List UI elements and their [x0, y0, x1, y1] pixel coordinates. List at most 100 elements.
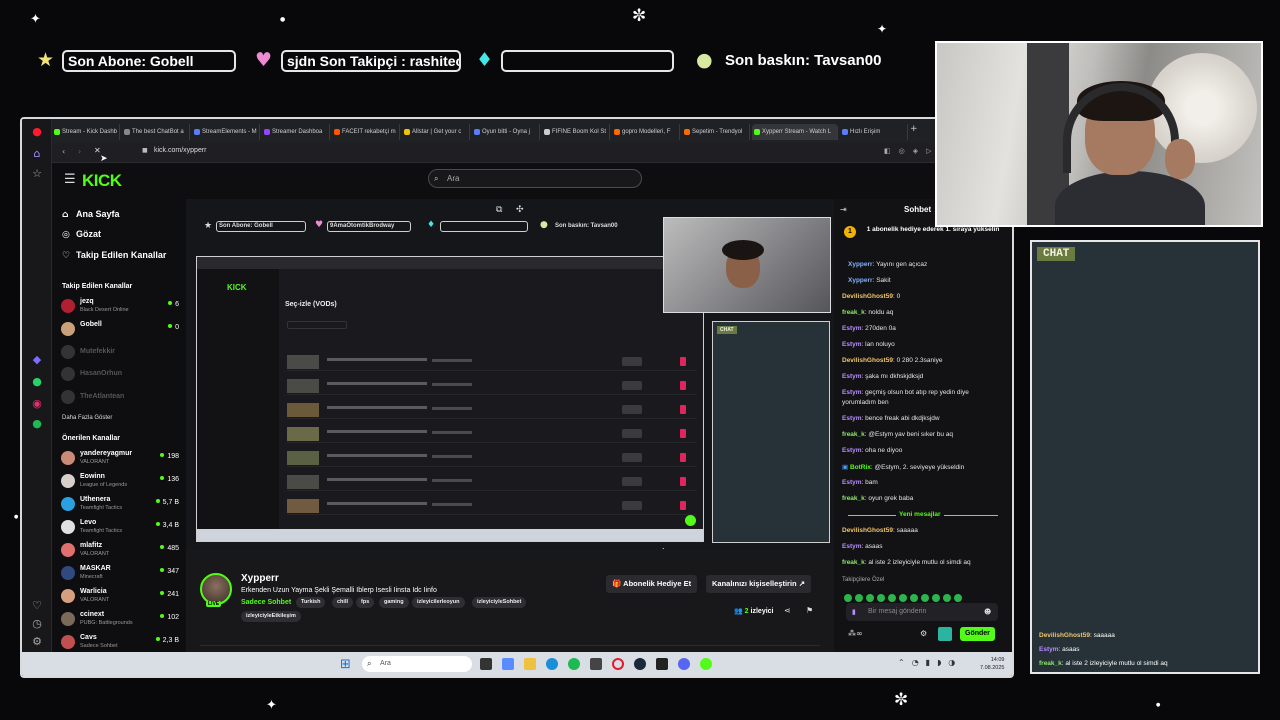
recommended-channel[interactable]: Warlicia VALORANT 241	[61, 587, 179, 607]
share-icon[interactable]: ⋖	[784, 606, 791, 615]
chat-user[interactable]: freak_k	[842, 495, 865, 502]
chat-user[interactable]: Estym	[842, 389, 862, 396]
browser-tab[interactable]: FIFINE Boom Kol St	[542, 124, 610, 140]
collapse-chat-icon[interactable]: ⇥	[840, 205, 847, 214]
heart-icon[interactable]: ♡	[30, 599, 44, 613]
recommended-channel[interactable]: Eowinn League of Legends 136	[61, 472, 179, 492]
star-icon[interactable]: ☆	[30, 167, 44, 181]
streamer-name[interactable]: Xypperr	[241, 573, 279, 584]
chat-user[interactable]: Estym	[842, 543, 862, 550]
browser-tab-active[interactable]: Xypperr Stream - Watch L	[752, 124, 838, 140]
followed-channel[interactable]: Gobell 0	[61, 320, 179, 340]
stream-tag[interactable]: izleyiciyleSohbet	[472, 597, 527, 608]
settings-icon[interactable]: ⚙	[920, 629, 927, 638]
stream-tag[interactable]: izleyiciyleEtkileşim	[241, 611, 301, 622]
messenger-icon[interactable]: ◆	[30, 353, 44, 367]
browser-tab[interactable]: Streamer Dashboa	[262, 124, 330, 140]
chat-user[interactable]: DevilishGhost59	[842, 293, 893, 300]
browser-tab[interactable]: Allstar | Get your c	[402, 124, 470, 140]
nav-home[interactable]: ⌂ Ana Sayfa	[62, 209, 120, 220]
steam-icon[interactable]	[634, 658, 646, 670]
chat-user[interactable]: DevilishGhost59	[842, 527, 893, 534]
explorer-icon[interactable]	[524, 658, 536, 670]
recommended-channel[interactable]: ccinext PUBG: Battlegrounds 102	[61, 610, 179, 630]
chat-user[interactable]: Estym	[842, 447, 862, 454]
followed-channel-offline[interactable]: HasanOrhun	[61, 365, 179, 385]
browser-tab[interactable]: Sepetim - Trendyol	[682, 124, 750, 140]
stream-tag[interactable]: chill	[332, 597, 354, 608]
recommended-channel[interactable]: Levo Teamfight Tactics 3,4 B	[61, 518, 179, 538]
pip-icon[interactable]: ⧉	[496, 205, 502, 215]
home-icon[interactable]: ⌂	[30, 147, 44, 161]
stream-tag[interactable]: fps	[356, 597, 375, 608]
emote-bar[interactable]	[844, 589, 1000, 602]
spotify-icon[interactable]: ●	[30, 417, 44, 431]
flag-icon[interactable]: ⚑	[806, 606, 813, 615]
video-player[interactable]: ★ Son Abone: Gobell ♥ 9AmaOtomtikBrodway…	[186, 199, 834, 556]
chat-user[interactable]: DevilishGhost59	[842, 357, 893, 364]
chat-user[interactable]: BotRix	[850, 464, 871, 471]
recommended-channel[interactable]: mlafitz VALORANT 485	[61, 541, 179, 561]
show-more-link[interactable]: Daha Fazla Göster	[62, 415, 112, 421]
browser-tab[interactable]: StreamElements - M	[192, 124, 260, 140]
opera-icon[interactable]	[612, 658, 624, 670]
edge-icon[interactable]	[546, 658, 558, 670]
followed-channel-offline[interactable]: TheAtlantean	[61, 388, 179, 408]
followed-channel-offline[interactable]: Mutefekkir	[61, 343, 179, 363]
settings-icon[interactable]: ⚙	[30, 635, 44, 649]
browser-tab[interactable]: gopro Modelleri, F	[612, 124, 680, 140]
chat-user[interactable]: Estym	[842, 479, 862, 486]
obs-icon[interactable]	[700, 658, 712, 670]
system-tray-icons[interactable]: ⌃◔▮◗◑	[898, 658, 962, 667]
chat-input[interactable]: ▮ Bir mesaj gönderin ☻	[846, 603, 998, 621]
back-icon[interactable]: ‹	[62, 147, 65, 156]
app-icon[interactable]	[590, 658, 602, 670]
chat-user[interactable]: Estym	[842, 341, 862, 348]
whatsapp-icon[interactable]: ●	[30, 375, 44, 389]
recommended-channel[interactable]: Cavs Sadece Sohbet 2,3 B	[61, 633, 179, 653]
bot-icon[interactable]	[938, 627, 952, 641]
chat-user[interactable]: Estym	[842, 373, 862, 380]
stream-tag[interactable]: Turkish	[296, 597, 326, 608]
stream-tag[interactable]: gaming	[379, 597, 409, 608]
chat-user[interactable]: Xypperr	[848, 261, 873, 268]
browser-tab[interactable]: Stream - Kick Dashb	[52, 124, 120, 140]
terminal-icon[interactable]	[656, 658, 668, 670]
url-field[interactable]: kick.com/xypperr	[154, 147, 207, 154]
emoji-icon[interactable]: ☻	[984, 603, 991, 621]
customize-channel-button[interactable]: Kanalınızı kişiselleştirin ↗	[706, 575, 811, 593]
chat-user[interactable]: freak_k	[842, 309, 865, 316]
browser-tab[interactable]: Oyun bitti - Oyna j	[472, 124, 540, 140]
search-input[interactable]: ⌕ Ara	[428, 169, 642, 188]
spotify-icon[interactable]	[568, 658, 580, 670]
chat-user[interactable]: Estym	[842, 325, 862, 332]
kick-logo[interactable]: KICK	[82, 171, 122, 191]
points-icon[interactable]: ⁂∞	[848, 629, 863, 638]
taskbar-search[interactable]: ⌕ Ara	[362, 656, 472, 672]
windows-start-icon[interactable]: ⊞	[340, 657, 351, 672]
browser-tab[interactable]: Hızlı Erişim	[840, 124, 908, 140]
new-tab-icon[interactable]: +	[910, 124, 918, 134]
browser-tab[interactable]: FACEIT rekabetçi m	[332, 124, 400, 140]
forward-icon[interactable]: ›	[78, 147, 81, 156]
chat-user[interactable]: Xypperr	[848, 277, 873, 284]
taskview-icon[interactable]	[480, 658, 492, 670]
send-button[interactable]: Gönder	[960, 627, 995, 641]
stream-tag[interactable]: izleyicilerleoyun	[412, 597, 465, 608]
history-icon[interactable]: ◷	[30, 617, 44, 631]
browser-tab[interactable]: The best ChatBot a	[122, 124, 190, 140]
chat-user[interactable]: Estym	[842, 415, 862, 422]
settings-icon[interactable]: ✣	[516, 205, 524, 215]
stream-category[interactable]: Sadece Sohbet	[241, 599, 291, 606]
followed-channel[interactable]: jezq Black Desert Online 6	[61, 297, 179, 317]
recommended-channel[interactable]: MASKAR Minecraft 347	[61, 564, 179, 584]
chat-user[interactable]: freak_k	[842, 559, 865, 566]
recommended-channel[interactable]: Uthenera Teamfight Tactics 5,7 B	[61, 495, 179, 515]
chat-user[interactable]: freak_k	[842, 431, 865, 438]
opera-icon[interactable]: ●	[30, 125, 44, 139]
taskbar-clock[interactable]: 14:09 7.08.2025	[980, 656, 1004, 672]
discord-icon[interactable]	[678, 658, 690, 670]
recommended-channel[interactable]: yandereyagmur VALORANT 198	[61, 449, 179, 469]
nav-following[interactable]: ♡ Takip Edilen Kanallar	[62, 250, 166, 261]
nav-browse[interactable]: ◎ Gözat	[62, 229, 101, 240]
